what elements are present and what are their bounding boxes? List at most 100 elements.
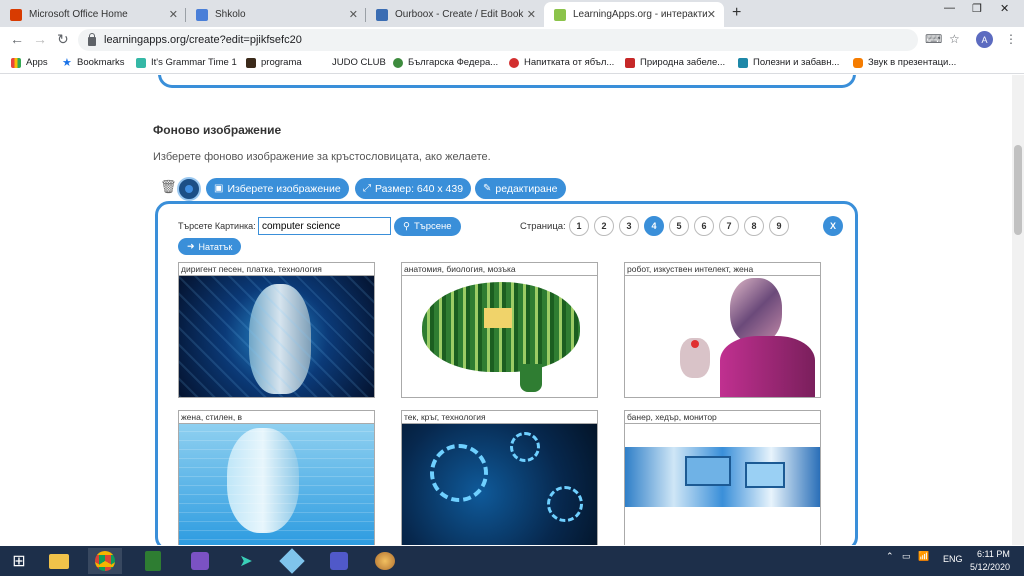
search-input[interactable]	[258, 217, 391, 235]
send-icon	[136, 57, 146, 68]
minimize-icon[interactable]: —	[944, 2, 955, 14]
teams-icon[interactable]	[322, 548, 356, 574]
edit-button[interactable]: ✎ редактиране	[475, 178, 566, 199]
start-icon[interactable]: ⊞	[2, 548, 36, 574]
tab-title: Shkolo	[215, 9, 246, 20]
tab-office-home[interactable]: Microsoft Office Home ✕	[0, 2, 186, 27]
page-button-3[interactable]: 3	[619, 216, 639, 236]
button-label: редактиране	[495, 182, 558, 195]
bookmark-nature[interactable]: Природна забеле...	[625, 57, 725, 68]
reload-icon[interactable]: ↻	[57, 31, 69, 48]
section-description: Изберете фоново изображение за кръстосло…	[153, 151, 491, 163]
ring-shape	[510, 432, 540, 462]
clock-date[interactable]: 5/12/2020	[970, 562, 1010, 572]
bookmark-apple-drink[interactable]: Напитката от ябъл...	[509, 57, 614, 68]
bookmark-label: Звук в презентаци...	[868, 57, 957, 68]
tab-ourboox[interactable]: Ourboox - Create / Edit Book ✕	[366, 2, 544, 27]
result-thumbnail	[179, 276, 374, 397]
paint-icon[interactable]	[368, 548, 402, 574]
tab-learningapps[interactable]: LearningApps.org - интерактиви ✕	[544, 2, 724, 27]
ring-shape	[547, 486, 583, 522]
tab-shkolo[interactable]: Shkolo ✕	[186, 2, 366, 27]
section-title: Фоново изображение	[153, 123, 282, 137]
apps-grid-icon	[11, 57, 21, 68]
bookmark-label: Apps	[26, 57, 48, 68]
close-window-icon[interactable]: ✕	[1000, 2, 1009, 15]
translate-icon[interactable]: ⌨	[925, 32, 942, 46]
bookmark-apps[interactable]: Apps	[11, 57, 48, 68]
close-panel-button[interactable]: X	[823, 216, 843, 236]
page-button-1[interactable]: 1	[569, 216, 589, 236]
clock-time[interactable]: 6:11 PM	[977, 549, 1010, 559]
result-caption: тек, кръг, технология	[402, 411, 597, 424]
page-scrollbar[interactable]	[1012, 75, 1024, 545]
result-card-1[interactable]: диригент песен, платка, технология	[178, 262, 375, 398]
pencil-icon: ✎	[483, 183, 492, 194]
bookmark-useful[interactable]: Полезни и забавн...	[738, 57, 839, 68]
page-button-4[interactable]: 4	[644, 216, 664, 236]
file-explorer-icon[interactable]	[42, 548, 76, 574]
programa-icon	[246, 57, 256, 68]
page-button-2[interactable]: 2	[594, 216, 614, 236]
bookmark-bookmarks[interactable]: ★ Bookmarks	[62, 57, 125, 68]
page-button-8[interactable]: 8	[744, 216, 764, 236]
page-button-5[interactable]: 5	[669, 216, 689, 236]
tray-arrow-icon[interactable]: ⌃	[886, 551, 894, 562]
result-card-5[interactable]: тек, кръг, технология	[401, 410, 598, 545]
scrollbar-thumb[interactable]	[1014, 145, 1022, 235]
bookmark-judo[interactable]: JUDO CLUB	[332, 57, 386, 68]
bookmark-label: Полезни и забавн...	[753, 57, 840, 68]
result-card-2[interactable]: анатомия, биология, мозъка	[401, 262, 598, 398]
browser-toolbar: ← → ↻ learningapps.org/create?edit=pjikf…	[0, 27, 1024, 53]
restore-icon[interactable]: ❐	[972, 2, 982, 15]
address-bar[interactable]: learningapps.org/create?edit=pjikfsefc20	[78, 29, 918, 51]
close-icon[interactable]: ✕	[527, 8, 536, 21]
trash-icon[interactable]: 🗑	[160, 179, 177, 194]
profile-avatar[interactable]: A	[976, 31, 993, 48]
bookmark-grammar[interactable]: It's Grammar Time 1	[136, 57, 237, 68]
page-button-7[interactable]: 7	[719, 216, 739, 236]
bookmark-programa[interactable]: programa	[246, 57, 302, 68]
result-caption: анатомия, биология, мозъка	[402, 263, 597, 276]
tray-misc-icon[interactable]: ▭	[902, 551, 911, 562]
result-card-4[interactable]: жена, стилен, в	[178, 410, 375, 545]
new-tab-icon[interactable]: +	[732, 4, 741, 22]
search-button[interactable]: ⚲ Търсене	[394, 217, 461, 236]
bookmark-federation[interactable]: Българска Федера...	[393, 57, 498, 68]
next-button[interactable]: ➜ Нататък	[178, 238, 242, 255]
close-icon[interactable]: ✕	[707, 8, 716, 21]
network-icon[interactable]: 📶	[918, 551, 929, 562]
close-icon[interactable]: ✕	[169, 8, 178, 21]
page-button-9[interactable]: 9	[769, 216, 789, 236]
calculator-icon[interactable]	[136, 548, 170, 574]
result-card-3[interactable]: робот, изкуствен интелект, жена	[624, 262, 821, 398]
chrome-icon[interactable]	[88, 548, 122, 574]
page-button-6[interactable]: 6	[694, 216, 714, 236]
result-thumbnail	[402, 424, 597, 545]
lock-icon	[88, 32, 96, 46]
menu-dots-icon[interactable]: ⋮	[1005, 32, 1017, 46]
language-indicator[interactable]: ENG	[943, 554, 963, 564]
page-content: Фоново изображение Изберете фоново изобр…	[0, 75, 1012, 545]
bookmark-label: Bookmarks	[77, 57, 125, 68]
send-app-icon[interactable]: ➤	[229, 548, 263, 574]
bookmark-sound[interactable]: Звук в презентаци...	[853, 57, 956, 68]
monitor-shape	[685, 456, 731, 486]
button-label: Размер: 640 x 439	[375, 182, 464, 195]
image-preview-button[interactable]	[177, 177, 201, 201]
back-arrow-icon[interactable]: ←	[10, 31, 24, 47]
box-app-icon[interactable]	[275, 548, 309, 574]
choose-image-button[interactable]: ▣ Изберете изображение	[206, 178, 349, 199]
visual-studio-icon[interactable]	[183, 548, 217, 574]
result-card-6[interactable]: банер, хедър, монитор	[624, 410, 821, 545]
bookmark-label: Природна забеле...	[640, 57, 726, 68]
size-button[interactable]: ⤢ Размер: 640 x 439	[355, 178, 472, 199]
bookmark-label: programa	[261, 57, 302, 68]
button-label: Търсене	[413, 221, 452, 232]
bookmark-label: Напитката от ябъл...	[524, 57, 615, 68]
resize-arrows-icon: ⤢	[363, 183, 371, 194]
forward-arrow-icon[interactable]: →	[33, 31, 47, 47]
tab-title: Microsoft Office Home	[29, 9, 128, 20]
bookmark-star-icon[interactable]: ☆	[949, 32, 960, 46]
close-icon[interactable]: ✕	[349, 8, 358, 21]
